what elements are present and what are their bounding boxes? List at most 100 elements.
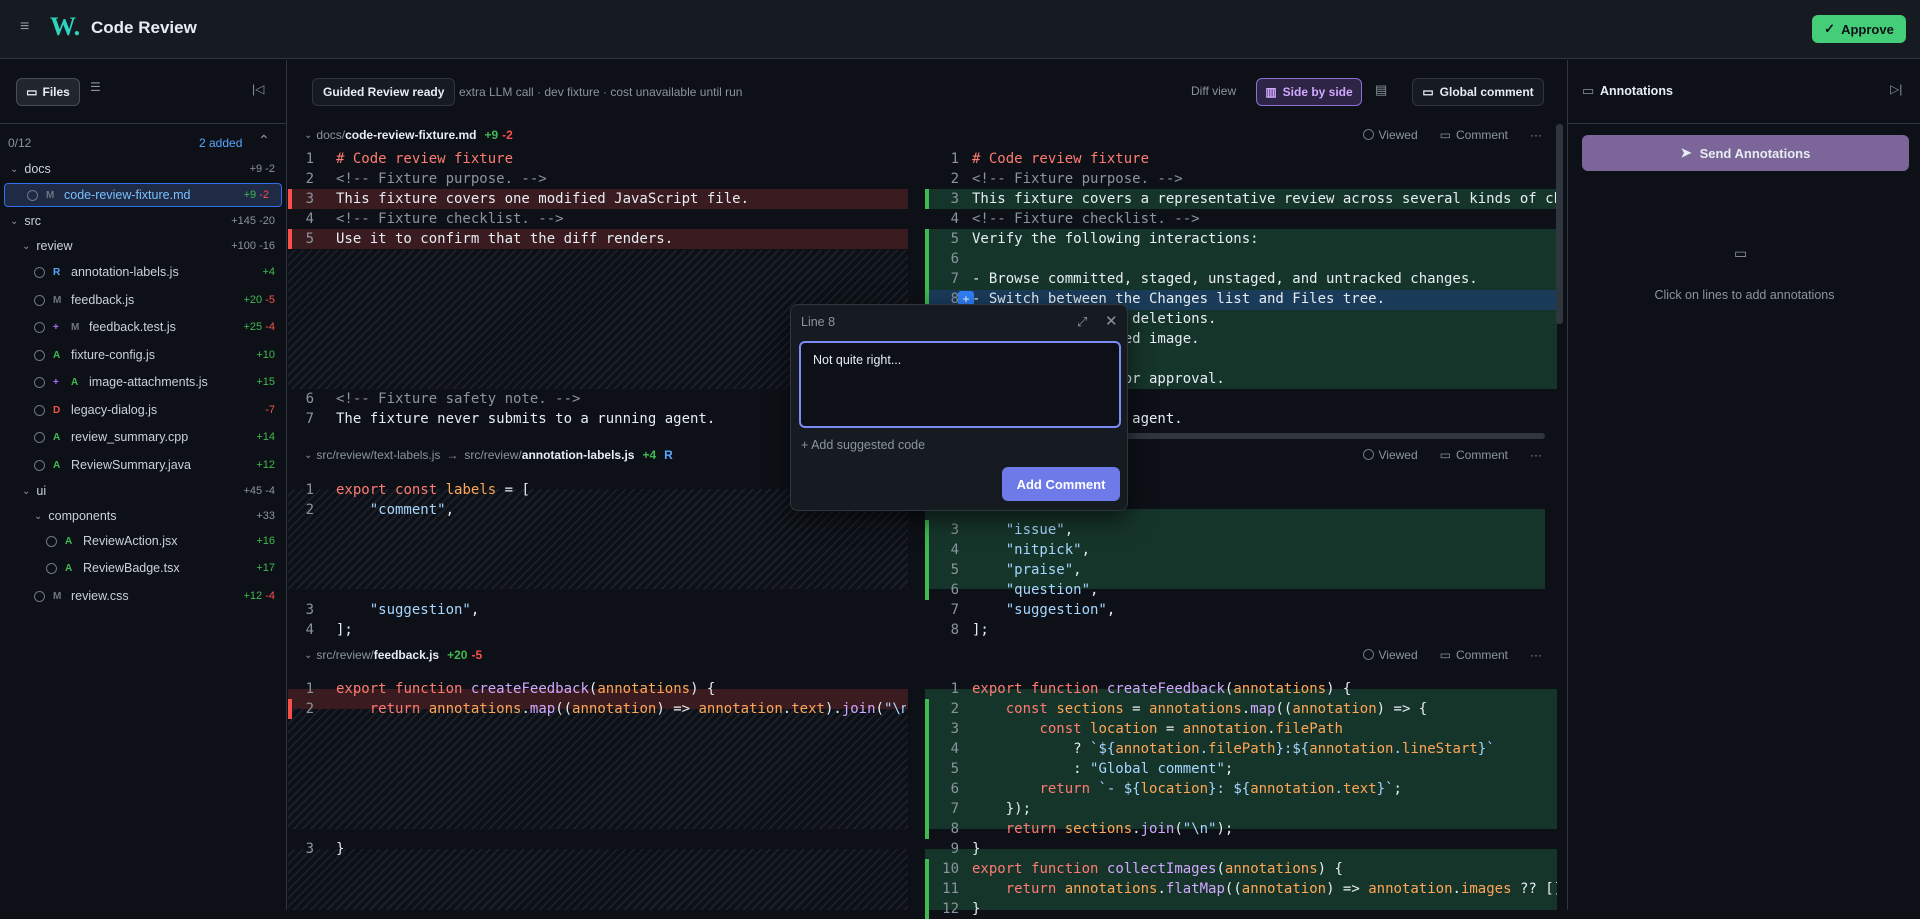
expand-icon[interactable]: ⤢ bbox=[1077, 314, 1087, 330]
line-number[interactable]: 7 bbox=[929, 799, 959, 819]
code-line[interactable]: "question", bbox=[972, 580, 1099, 600]
comment-file-button[interactable]: ▭ Comment bbox=[1440, 448, 1508, 462]
line-number[interactable]: 7 bbox=[284, 409, 314, 429]
line-number[interactable]: 2 bbox=[284, 500, 314, 520]
code-line[interactable]: <!-- Fixture purpose. --> bbox=[336, 169, 547, 189]
line-number[interactable]: 6 bbox=[284, 389, 314, 409]
code-line[interactable]: "nitpick", bbox=[972, 540, 1090, 560]
code-line[interactable]: This fixture covers one modified JavaScr… bbox=[336, 189, 749, 209]
viewed-toggle[interactable]: Viewed bbox=[1362, 648, 1418, 662]
viewed-circle-icon[interactable] bbox=[46, 535, 57, 547]
line-number[interactable]: 11 bbox=[929, 879, 959, 899]
line-number[interactable]: 6 bbox=[929, 249, 959, 269]
code-line[interactable]: export function createFeedback(annotatio… bbox=[336, 679, 715, 699]
line-number[interactable]: 4 bbox=[284, 620, 314, 640]
code-line[interactable]: export const labels = [ bbox=[336, 480, 530, 500]
more-options-icon[interactable]: ··· bbox=[1530, 128, 1542, 142]
code-line[interactable]: const location = annotation.filePath bbox=[972, 719, 1343, 739]
folder-row[interactable]: ⌄ ui +45 -4 bbox=[0, 479, 287, 503]
code-line[interactable]: Use it to confirm that the diff renders. bbox=[336, 229, 673, 249]
folder-row[interactable]: ⌄ docs +9 -2 bbox=[0, 157, 287, 181]
line-number[interactable]: 6 bbox=[929, 580, 959, 600]
line-number[interactable]: 3 bbox=[929, 719, 959, 739]
file-row[interactable]: Mcode-review-fixture.md +9 -2 bbox=[4, 183, 282, 207]
chevron-down-icon[interactable]: ⌄ bbox=[304, 650, 312, 661]
file-row[interactable]: Areview_summary.cpp +14 bbox=[0, 425, 287, 449]
viewed-circle-icon[interactable] bbox=[27, 189, 38, 201]
code-line[interactable]: The fixture never submits to a running a… bbox=[336, 409, 715, 429]
code-line[interactable]: "suggestion", bbox=[336, 600, 480, 620]
line-number[interactable]: 1 bbox=[284, 480, 314, 500]
line-number[interactable]: 2 bbox=[284, 169, 314, 189]
file-row[interactable]: + Aimage-attachments.js +15 bbox=[0, 370, 287, 394]
viewed-toggle[interactable]: Viewed bbox=[1362, 128, 1418, 142]
hamburger-menu-icon[interactable]: ≡ bbox=[20, 18, 38, 36]
chevron-down-icon[interactable]: ⌄ bbox=[304, 130, 312, 141]
code-line[interactable]: } bbox=[972, 899, 980, 919]
line-number[interactable]: 1 bbox=[284, 679, 314, 699]
code-line[interactable]: } bbox=[336, 839, 344, 859]
code-line[interactable]: - Browse committed, staged, unstaged, an… bbox=[972, 269, 1478, 289]
viewed-circle-icon[interactable] bbox=[34, 590, 45, 602]
global-comment-button[interactable]: ▭ Global comment bbox=[1412, 78, 1544, 106]
viewed-circle-icon[interactable] bbox=[34, 349, 45, 361]
code-line[interactable]: <!-- Fixture purpose. --> bbox=[972, 169, 1183, 189]
code-line[interactable]: <!-- Fixture checklist. --> bbox=[336, 209, 564, 229]
file-row[interactable]: Afixture-config.js +10 bbox=[0, 343, 287, 367]
viewed-circle-icon[interactable] bbox=[34, 294, 45, 306]
file-row[interactable]: A ReviewSummary.java +12 bbox=[0, 453, 287, 477]
code-line[interactable]: : "Global comment"; bbox=[972, 759, 1233, 779]
collapse-sidebar-icon[interactable]: |◁ bbox=[252, 82, 264, 96]
guided-review-button[interactable]: Guided Review ready bbox=[312, 78, 456, 106]
comment-file-button[interactable]: ▭ Comment bbox=[1440, 648, 1508, 662]
line-number[interactable]: 7 bbox=[929, 600, 959, 620]
line-number[interactable]: 3 bbox=[929, 189, 959, 209]
code-line[interactable]: "issue", bbox=[972, 520, 1073, 540]
code-line[interactable]: "suggestion", bbox=[972, 600, 1116, 620]
viewed-toggle[interactable]: Viewed bbox=[1362, 448, 1418, 462]
file-row[interactable]: Rannotation-labels.js +4 bbox=[0, 260, 287, 284]
viewed-circle-icon[interactable] bbox=[34, 459, 45, 471]
code-line[interactable]: "praise", bbox=[972, 560, 1082, 580]
close-icon[interactable]: ✕ bbox=[1105, 312, 1118, 330]
code-line[interactable]: return sections.join("\n"); bbox=[972, 819, 1234, 839]
collapse-panel-icon[interactable]: ▷| bbox=[1890, 82, 1902, 96]
list-view-icon[interactable]: ☰ bbox=[90, 80, 101, 94]
more-options-icon[interactable]: ··· bbox=[1530, 448, 1542, 462]
code-line[interactable]: return `- ${location}: ${annotation.text… bbox=[972, 779, 1402, 799]
approve-button[interactable]: ✓ Approve bbox=[1812, 15, 1906, 43]
side-by-side-toggle[interactable]: ▥ Side by side bbox=[1256, 78, 1362, 106]
code-line[interactable]: export function createFeedback(annotatio… bbox=[972, 679, 1351, 699]
code-line[interactable]: ? `${annotation.filePath}:${annotation.l… bbox=[972, 739, 1495, 759]
line-number[interactable]: 10 bbox=[929, 859, 959, 879]
vertical-scrollbar[interactable] bbox=[1556, 124, 1563, 324]
code-line[interactable]: <!-- Fixture checklist. --> bbox=[972, 209, 1200, 229]
folder-row[interactable]: ⌄ review +100 -16 bbox=[0, 234, 287, 258]
line-number[interactable]: 3 bbox=[284, 839, 314, 859]
line-number[interactable]: 3 bbox=[284, 600, 314, 620]
added-count-link[interactable]: 2 added bbox=[199, 136, 242, 150]
code-line[interactable]: const sections = annotations.map((annota… bbox=[972, 699, 1428, 719]
file-row[interactable]: + Mfeedback.test.js +25 -4 bbox=[0, 315, 287, 339]
code-line[interactable]: }); bbox=[972, 799, 1031, 819]
collapse-all-icon[interactable]: ⌃ bbox=[258, 132, 270, 149]
code-line[interactable]: <!-- Fixture safety note. --> bbox=[336, 389, 580, 409]
line-number[interactable]: 5 bbox=[929, 759, 959, 779]
file-row[interactable]: A ReviewBadge.tsx +17 bbox=[0, 556, 287, 580]
line-number[interactable]: 6 bbox=[929, 779, 959, 799]
line-number[interactable]: 9 bbox=[929, 839, 959, 859]
line-number[interactable]: 1 bbox=[929, 679, 959, 699]
line-number[interactable]: 12 bbox=[929, 899, 959, 919]
line-number[interactable]: 4 bbox=[929, 739, 959, 759]
code-line[interactable]: return annotations.flatMap((annotation) … bbox=[972, 879, 1557, 899]
code-line[interactable]: "comment", bbox=[336, 500, 454, 520]
code-line[interactable]: export function collectImages(annotation… bbox=[972, 859, 1343, 879]
line-number[interactable]: 4 bbox=[284, 209, 314, 229]
chevron-down-icon[interactable]: ⌄ bbox=[304, 450, 312, 461]
line-number[interactable]: 2 bbox=[929, 169, 959, 189]
more-options-icon[interactable]: ··· bbox=[1530, 648, 1542, 662]
file-row[interactable]: A ReviewAction.jsx +16 bbox=[0, 529, 287, 553]
viewed-circle-icon[interactable] bbox=[34, 376, 45, 388]
unified-view-icon[interactable]: ▤ bbox=[1375, 82, 1387, 98]
line-number[interactable]: 5 bbox=[929, 560, 959, 580]
